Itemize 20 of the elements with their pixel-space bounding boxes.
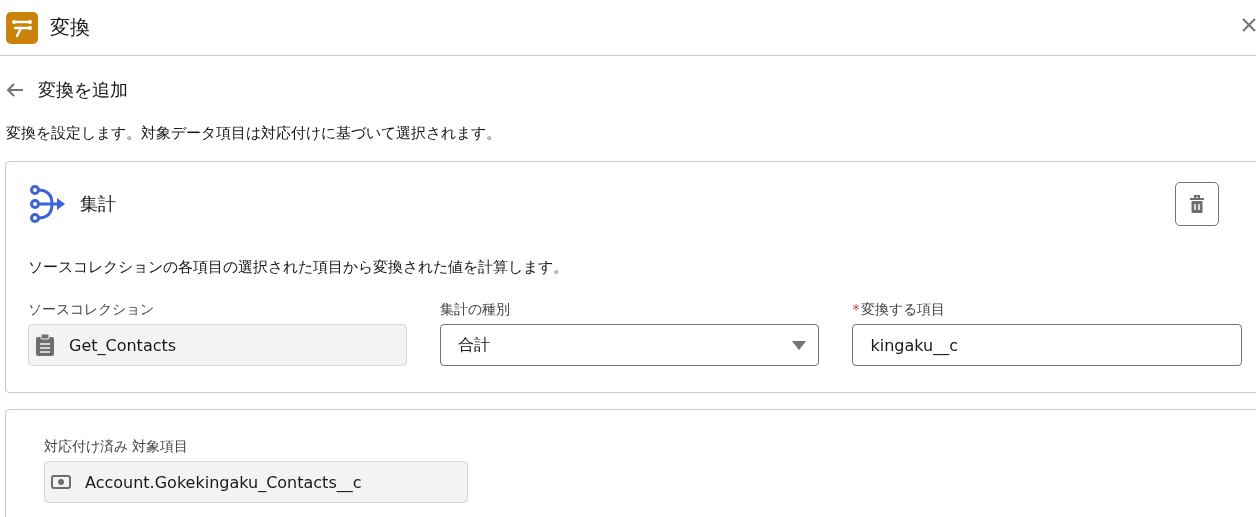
delete-button[interactable]: [1175, 182, 1219, 226]
field-label: 集計の種別: [439, 301, 511, 319]
input-field[interactable]: kingaku__c: [852, 324, 1242, 366]
card-title: 集計: [80, 192, 116, 216]
readonly-field: Account.Gokekingaku_Contacts__c: [44, 461, 468, 503]
select-field[interactable]: 合計: [439, 324, 820, 366]
field-label: *変換する項目: [852, 301, 947, 319]
readonly-field: Get_Contacts: [28, 324, 407, 366]
card-description: ソースコレクションの各項目の選択された項目から変換された値を計算します。: [28, 258, 569, 277]
clipboard-icon: [35, 334, 55, 356]
page-description: 変換を設定します。対象データ項目は対応付けに基づいて選択されます。: [6, 124, 502, 143]
trash-icon: [1189, 195, 1205, 213]
field-label: 対応付け済み 対象項目: [44, 438, 190, 456]
money-icon: [51, 475, 71, 489]
page-title: 変換を追加: [38, 78, 128, 102]
window-title: 変換: [50, 14, 90, 41]
field-label: ソースコレクション: [28, 301, 155, 319]
app-icon: [6, 11, 38, 44]
back-arrow-icon[interactable]: [6, 83, 24, 97]
dropdown-caret-icon: [792, 340, 807, 350]
